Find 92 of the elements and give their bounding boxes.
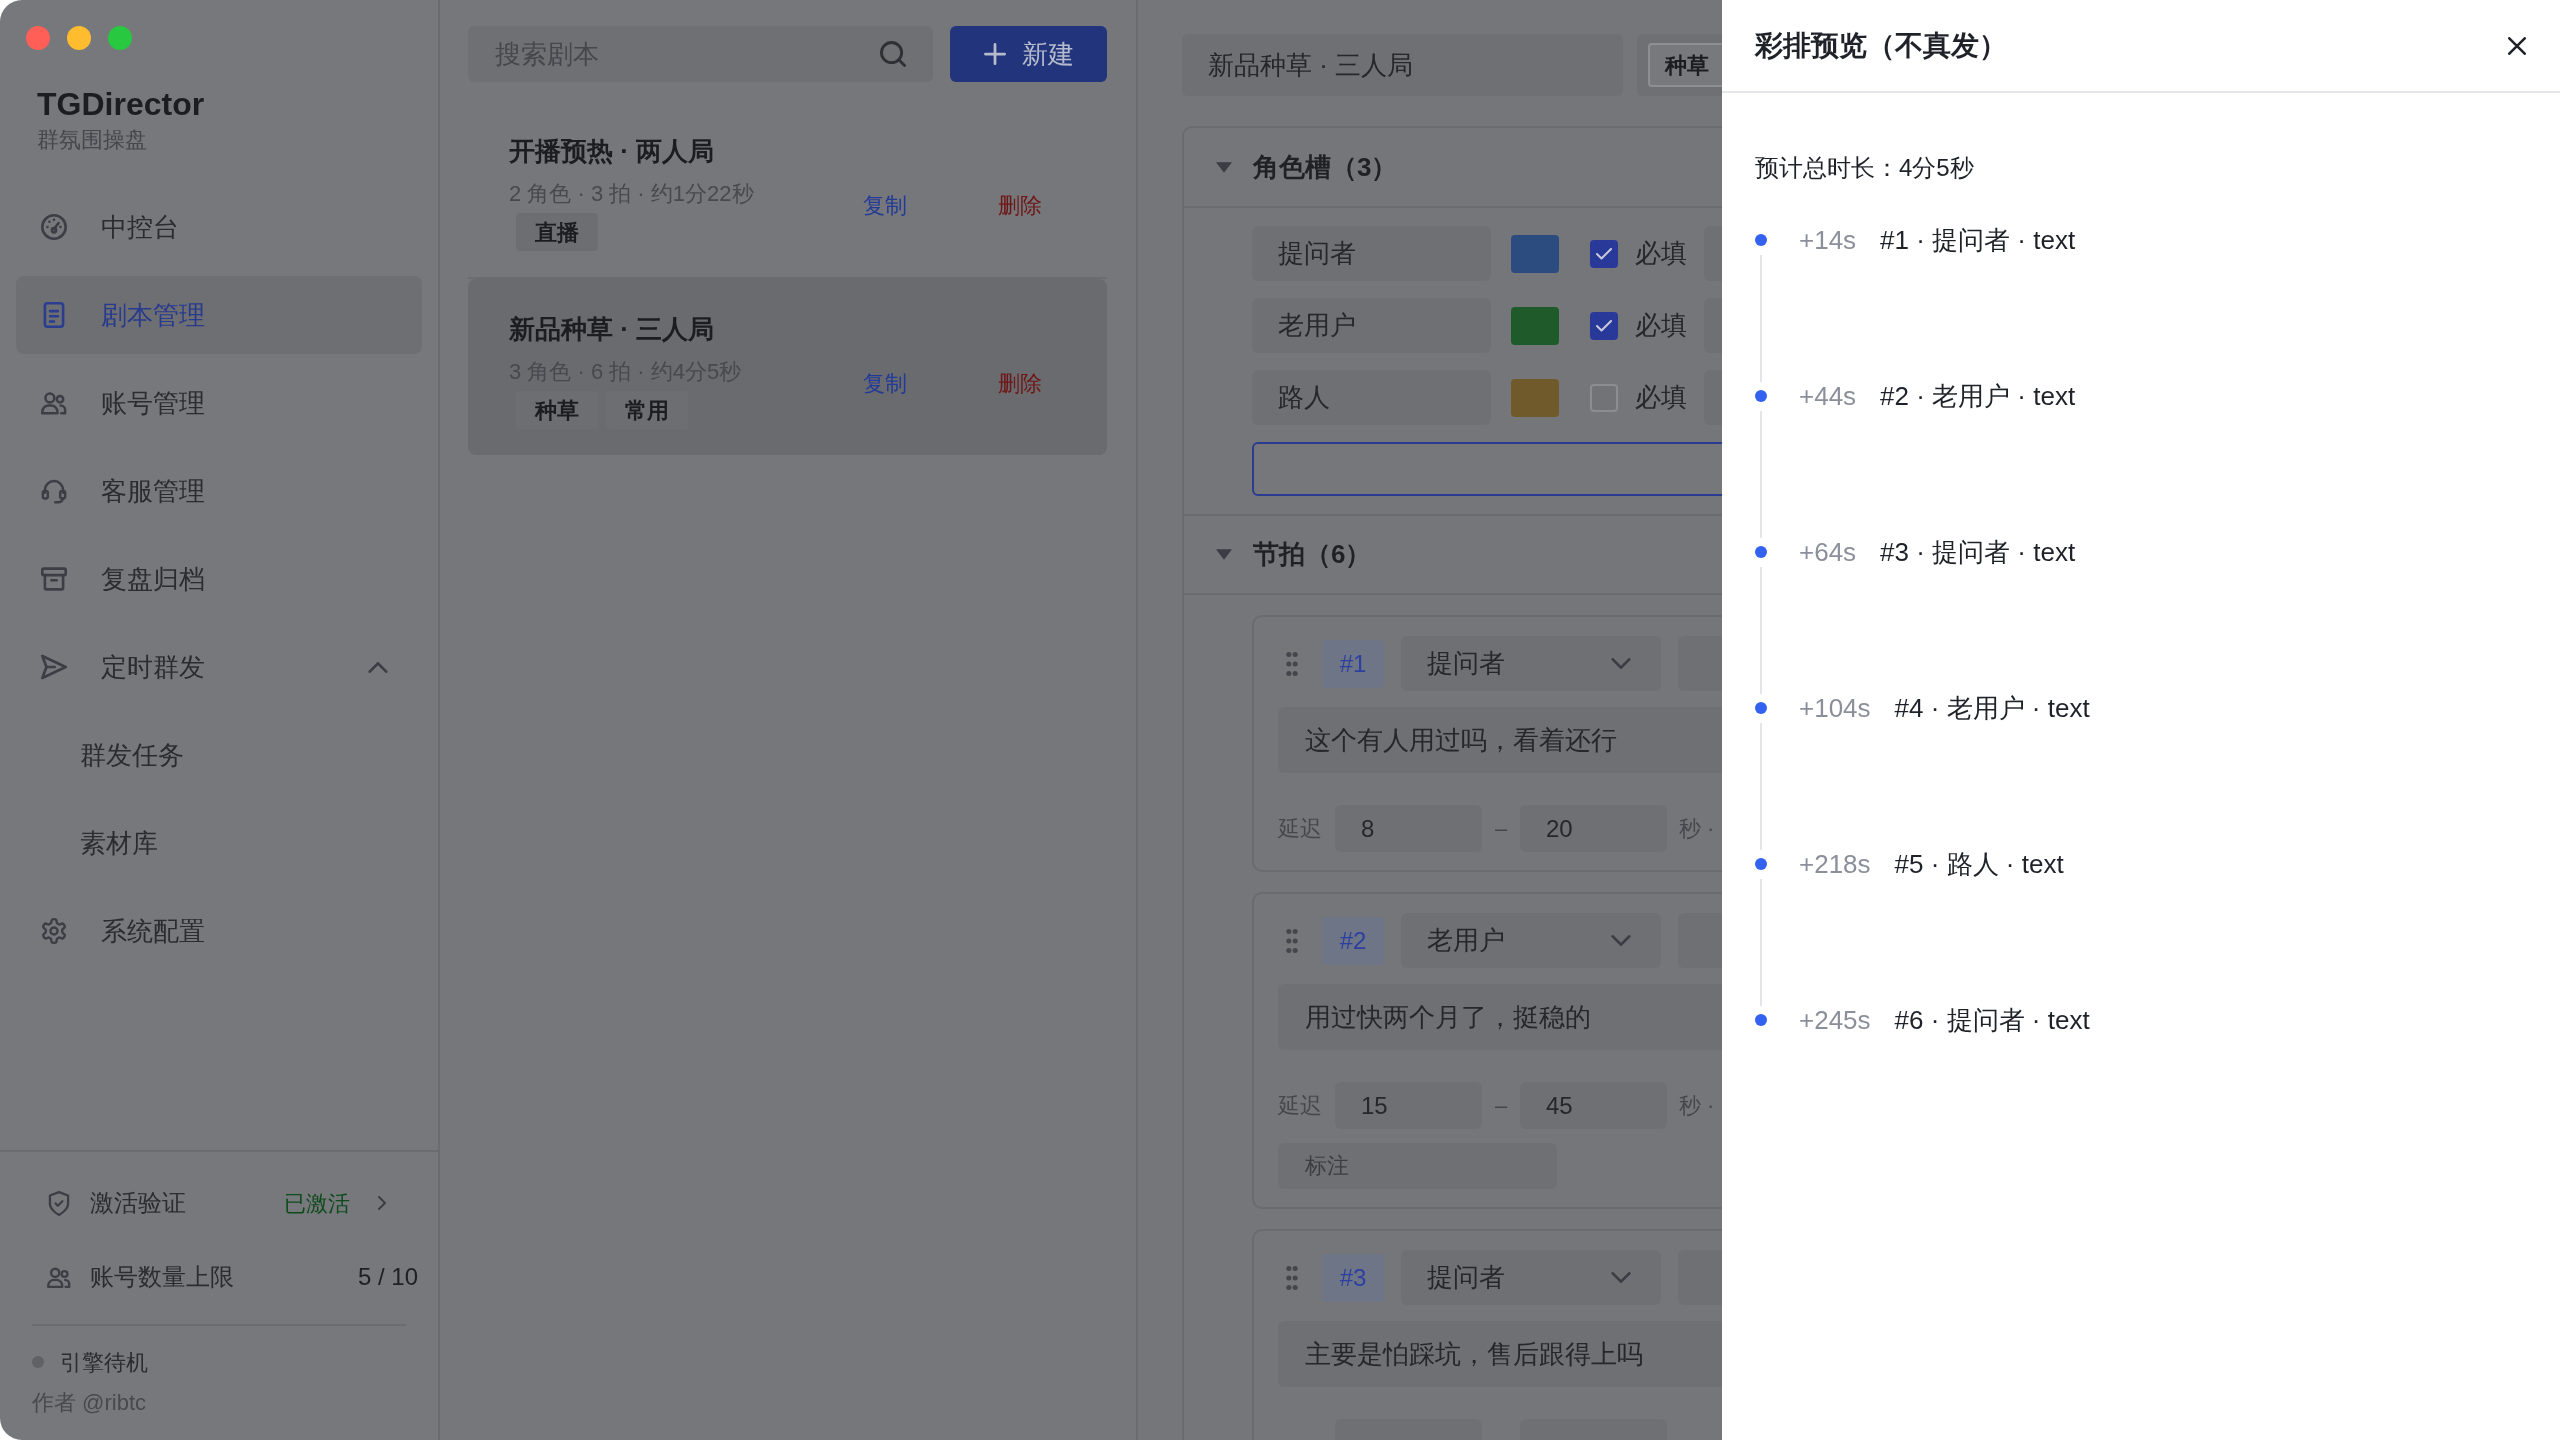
color-swatch-icon[interactable] [1511,306,1559,345]
message-field[interactable]: 这个有人用过吗，看着还行 [1278,707,1722,773]
nav-item[interactable]: 账号管理 [16,364,422,442]
time-offset: +44s [1799,379,1857,413]
chevron-down-icon [1611,935,1631,946]
time-offset: +14s [1799,223,1857,257]
nav-item[interactable]: 定时群发 [16,628,422,706]
timeline-entry: #4 · 老用户 · text [1894,691,2090,725]
time-offset: +218s [1799,847,1871,881]
activation-status: 已激活 [284,1189,350,1218]
time-offset: +104s [1799,691,1871,725]
color-swatch-icon[interactable] [1511,378,1559,417]
tag: 直播 [516,213,598,251]
range-dash: – [1495,1092,1507,1120]
gear-icon [41,918,67,944]
role-select[interactable]: 提问者 [1401,1250,1661,1305]
timeline-entry: #3 · 提问者 · text [1880,535,2076,569]
checkbox-label: 必填 [1635,237,1687,270]
message-field[interactable]: 用过快两个月了，挺稳的 [1278,984,1722,1050]
role-select[interactable]: 提问者 [1401,636,1661,691]
message-field[interactable]: 主要是怕踩坑，售后跟得上吗 [1278,1321,1722,1387]
range-dash: – [1495,815,1507,843]
tag-input-field[interactable]: 种草 [1637,34,1722,96]
delete-link[interactable]: 删除 [998,366,1042,400]
delay-max-field[interactable]: 20 [1520,805,1667,852]
drawer-title: 彩排预览（不真发） [1755,28,2007,63]
plus-icon [983,43,1006,65]
archive-box-icon [41,566,67,592]
nav-subitem[interactable]: 素材库 [16,804,422,882]
delay-max-field[interactable]: 45 [1520,1082,1667,1129]
beat-number-badge: #2 [1322,916,1384,965]
nav-item[interactable]: 客服管理 [16,452,422,530]
users-icon [47,1266,71,1288]
nav-item[interactable]: 系统配置 [16,892,422,970]
checkbox[interactable] [1590,311,1618,340]
title-field[interactable]: 新品种草 · 三人局 [1182,34,1623,96]
gauge-icon [41,214,67,240]
shield-check-icon [48,1190,70,1216]
timeline-entry: #1 · 提问者 · text [1880,223,2076,257]
nav-item[interactable]: 复盘归档 [16,540,422,618]
delete-link[interactable]: 删除 [998,188,1042,222]
account-limit-value: 5 / 10 [357,1262,418,1292]
engine-status: 引擎待机 [60,1348,148,1377]
delay-min-field[interactable]: 15 [1335,1082,1482,1129]
new-button[interactable]: 新建 [950,26,1107,82]
timeline-entry: #5 · 路人 · text [1894,847,2064,881]
drag-handle-icon [1286,1265,1298,1290]
beat-number-badge: #3 [1322,1253,1384,1302]
timeline-entry: #6 · 提问者 · text [1894,1003,2090,1037]
color-swatch-icon[interactable] [1511,234,1559,273]
nav-item[interactable]: 剧本管理 [16,276,422,354]
document-icon [41,302,67,328]
users-icon [41,390,67,416]
role-name-field[interactable]: 提问者 [1252,226,1491,281]
close-window-button[interactable] [26,26,50,50]
delay-min-field[interactable]: 8 [1335,805,1482,852]
headset-icon [41,478,67,504]
close-button[interactable] [2508,36,2526,55]
time-offset: +64s [1799,535,1857,569]
timeline-entry: #2 · 老用户 · text [1880,379,2076,413]
nav-item[interactable]: 中控台 [16,188,422,266]
paper-plane-icon [41,654,67,680]
beat-number-badge: #1 [1322,639,1384,688]
search-icon [880,41,906,67]
copy-link[interactable]: 复制 [863,188,907,222]
copy-link[interactable]: 复制 [863,366,907,400]
checkbox-label: 必填 [1635,381,1687,414]
drag-handle-icon [1286,651,1298,676]
script-title: 开播预热 · 两人局 [509,135,716,168]
activation-label: 激活验证 [90,1188,186,1218]
check-icon [1596,247,1612,260]
role-select[interactable]: 老用户 [1401,913,1661,968]
app-title: TGDirector [37,85,206,124]
minimize-window-button[interactable] [67,26,91,50]
zoom-window-button[interactable] [108,26,132,50]
account-limit-label: 账号数量上限 [90,1262,234,1292]
chevron-down-icon [1611,1272,1631,1283]
chevron-right-icon [378,1196,386,1210]
checkbox[interactable] [1590,239,1618,268]
chevron-down-icon [1611,658,1631,669]
tag: 种草 [1648,43,1722,87]
checkbox[interactable] [1590,383,1618,412]
drag-handle-icon [1286,928,1298,953]
script-title: 新品种草 · 三人局 [509,313,716,346]
nav-subitem[interactable]: 群发任务 [16,716,422,794]
duration-summary: 预计总时长：4分5秒 [1755,153,1975,183]
close-icon [2508,36,2526,55]
checkbox-label: 必填 [1635,309,1687,342]
role-name-field[interactable]: 路人 [1252,370,1491,425]
role-name-field[interactable]: 老用户 [1252,298,1491,353]
check-icon [1596,319,1612,332]
time-offset: +245s [1799,1003,1871,1037]
